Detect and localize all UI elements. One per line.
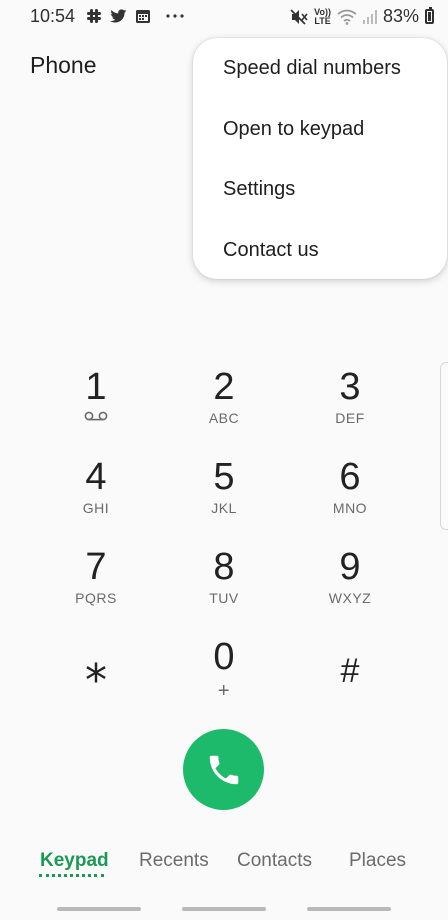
phone-icon bbox=[209, 755, 238, 784]
call-button[interactable] bbox=[183, 729, 264, 810]
key-digit: 4 bbox=[85, 456, 107, 498]
key-letters: JKL bbox=[211, 500, 237, 516]
signal-icon bbox=[362, 9, 377, 24]
key-digit: # bbox=[340, 652, 360, 690]
key-letters: ABC bbox=[208, 410, 240, 426]
menu-item-open-to-keypad[interactable]: Open to keypad bbox=[193, 100, 447, 158]
nav-recents-button[interactable] bbox=[57, 907, 141, 911]
menu-item-speed-dial[interactable]: Speed dial numbers bbox=[193, 39, 447, 97]
volte-indicator: Vo)) LTE bbox=[314, 6, 331, 26]
nav-back-button[interactable] bbox=[307, 907, 391, 911]
edge-panel-handle[interactable] bbox=[440, 362, 448, 530]
key-8[interactable]: 8 TUV bbox=[169, 542, 279, 628]
key-2[interactable]: 2 ABC bbox=[169, 362, 279, 448]
tab-recents[interactable]: Recents bbox=[139, 850, 209, 872]
battery-percent: 83% bbox=[382, 6, 419, 26]
tab-keypad[interactable]: Keypad bbox=[40, 850, 109, 872]
tab-places[interactable]: Places bbox=[349, 850, 406, 872]
key-star[interactable]: ⁎ bbox=[41, 632, 151, 718]
key-digit: 5 bbox=[213, 456, 235, 498]
key-digit: 0 bbox=[213, 636, 235, 678]
key-digit: 3 bbox=[339, 366, 361, 408]
key-digit: ⁎ bbox=[85, 642, 107, 691]
slack-icon bbox=[87, 9, 101, 23]
key-digit: 7 bbox=[85, 546, 107, 588]
key-3[interactable]: 3 DEF bbox=[295, 362, 405, 448]
key-9[interactable]: 9 WXYZ bbox=[295, 542, 405, 628]
active-tab-indicator bbox=[39, 874, 104, 877]
key-4[interactable]: 4 GHI bbox=[41, 452, 151, 538]
battery-icon bbox=[425, 7, 434, 24]
key-digit: 9 bbox=[339, 546, 361, 588]
key-letters: TUV bbox=[209, 590, 239, 606]
tab-contacts[interactable]: Contacts bbox=[237, 850, 312, 872]
key-letters: + bbox=[217, 680, 231, 702]
overflow-menu: Speed dial numbers Open to keypad Settin… bbox=[193, 38, 447, 279]
calendar-icon bbox=[136, 10, 150, 23]
status-bar: 10:54 Vo)) LTE 83% bbox=[0, 0, 448, 32]
key-7[interactable]: 7 PQRS bbox=[41, 542, 151, 628]
key-digit: 8 bbox=[213, 546, 235, 588]
menu-item-contact-us[interactable]: Contact us bbox=[193, 221, 447, 279]
key-digit: 1 bbox=[85, 366, 107, 408]
key-letters: MNO bbox=[332, 500, 368, 516]
twitter-icon bbox=[110, 8, 127, 22]
key-digit: 2 bbox=[213, 366, 235, 408]
key-6[interactable]: 6 MNO bbox=[295, 452, 405, 538]
more-dots-icon bbox=[166, 14, 184, 18]
status-time: 10:54 bbox=[30, 6, 76, 26]
mute-icon bbox=[290, 8, 308, 25]
nav-home-button[interactable] bbox=[182, 907, 266, 911]
key-digit: 6 bbox=[339, 456, 361, 498]
key-letters: WXYZ bbox=[328, 590, 372, 606]
key-letters: GHI bbox=[82, 500, 110, 516]
key-letters: PQRS bbox=[75, 590, 117, 606]
key-hash[interactable]: # bbox=[295, 632, 405, 718]
menu-item-settings[interactable]: Settings bbox=[193, 160, 447, 218]
voicemail-icon bbox=[84, 411, 108, 421]
key-letters: DEF bbox=[335, 410, 365, 426]
key-1[interactable]: 1 bbox=[41, 362, 151, 448]
page-title: Phone bbox=[30, 52, 97, 78]
key-5[interactable]: 5 JKL bbox=[169, 452, 279, 538]
wifi-icon bbox=[337, 9, 357, 25]
key-0[interactable]: 0 + bbox=[169, 632, 279, 718]
